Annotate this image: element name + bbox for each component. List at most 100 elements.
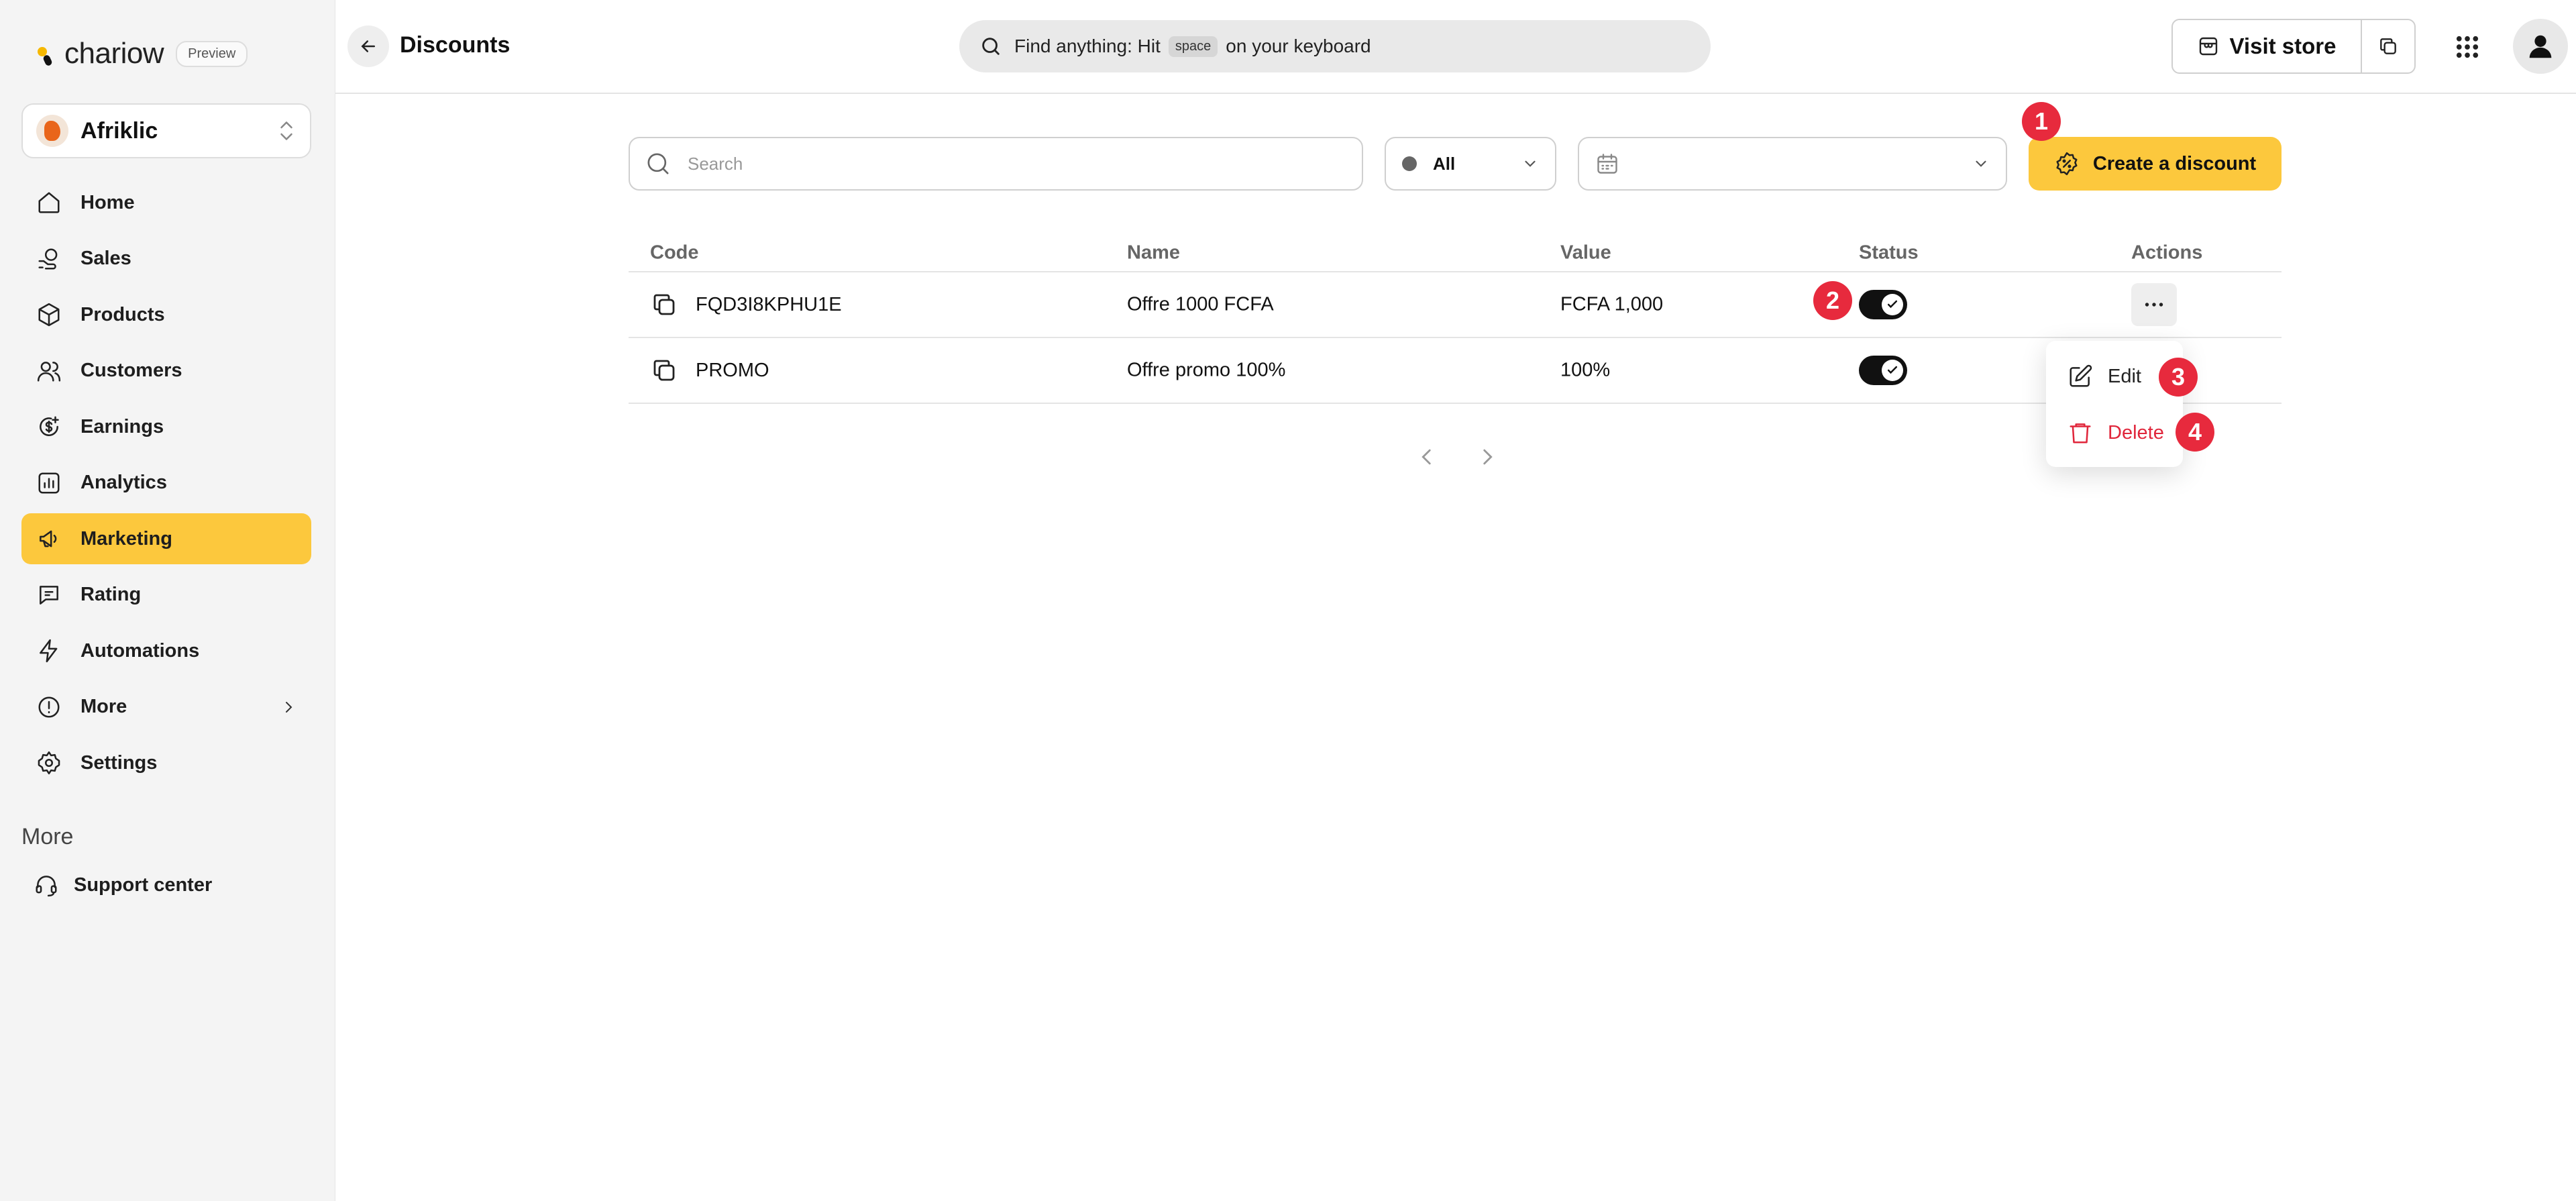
top-header: Discounts Find anything: Hit space on yo… <box>335 0 2576 94</box>
brand-name: chariow <box>64 37 164 70</box>
support-center-link[interactable]: Support center <box>34 872 212 898</box>
row-more-button[interactable] <box>2131 283 2177 326</box>
home-icon <box>38 192 60 213</box>
date-range-picker[interactable] <box>1578 137 2007 191</box>
menu-item-label: Edit <box>2108 365 2141 387</box>
status-filter-value: All <box>1433 153 1456 174</box>
toggle-switch[interactable] <box>1859 356 1907 385</box>
status-toggle[interactable] <box>1859 356 1907 385</box>
coin-icon <box>40 416 59 436</box>
chevron-right-icon <box>286 701 292 713</box>
sidebar-item-rating[interactable]: Rating <box>21 570 311 621</box>
copy-icon[interactable] <box>650 291 678 319</box>
apps-grid-button[interactable] <box>2447 27 2487 67</box>
support-center-label: Support center <box>74 874 213 896</box>
page-title: Discounts <box>400 32 511 58</box>
toggle-switch[interactable] <box>1859 290 1907 319</box>
step-badge-3: 3 <box>2159 358 2198 397</box>
global-search[interactable]: Find anything: Hit space on your keyboar… <box>959 20 1711 72</box>
discount-name: Offre promo 100% <box>1127 359 1286 381</box>
chariow-logo-icon <box>34 40 60 67</box>
info-icon <box>38 696 60 718</box>
search-icon <box>647 153 669 174</box>
sidebar-item-label: Settings <box>80 751 158 774</box>
discount-search-input[interactable]: Search <box>629 137 1363 191</box>
discount-name: Offre 1000 FCFA <box>1127 293 1274 315</box>
grid-icon <box>2456 36 2479 58</box>
sidebar-item-label: Sales <box>80 248 131 269</box>
store-name: Afriklic <box>80 117 158 144</box>
user-avatar-button[interactable] <box>2513 19 2568 74</box>
row-actions-menu: Edit Delete <box>2046 341 2183 467</box>
column-header-name[interactable]: Name <box>1127 242 1180 264</box>
pagination <box>1415 446 1499 468</box>
discounts-table: Code Name Value Status Actions FQD3I8KPH… <box>629 235 2282 404</box>
sidebar-item-label: Rating <box>80 584 142 605</box>
bolt-icon <box>40 639 58 663</box>
column-header-value[interactable]: Value <box>1560 242 1611 264</box>
table-row[interactable]: PROMO Offre promo 100% 100% <box>629 338 2282 404</box>
sidebar-item-sales[interactable]: Sales <box>21 233 311 284</box>
check-icon <box>1887 300 1898 309</box>
preview-badge: Preview <box>176 40 248 67</box>
gear-icon <box>38 751 60 775</box>
status-filter-select[interactable]: All <box>1385 137 1556 191</box>
sidebar-item-automations[interactable]: Automations <box>21 625 311 676</box>
megaphone-icon <box>40 530 57 547</box>
create-discount-button[interactable]: Create a discount <box>2029 137 2282 191</box>
chart-icon <box>38 472 60 494</box>
sidebar-item-home[interactable]: Home <box>21 177 311 228</box>
sidebar-item-label: Products <box>80 303 165 325</box>
sales-icon <box>38 248 58 270</box>
chevron-right-icon[interactable] <box>1476 446 1499 468</box>
copy-store-link-button[interactable] <box>2362 20 2414 72</box>
sidebar-item-label: Home <box>80 191 135 213</box>
brand-logo[interactable]: chariow Preview <box>34 34 248 74</box>
more-section-heading: More <box>21 824 74 849</box>
menu-item-delete[interactable]: Delete <box>2068 420 2164 446</box>
sidebar-item-label: Customers <box>80 360 182 381</box>
sidebar-item-earnings[interactable]: Earnings <box>21 401 311 452</box>
sidebar-item-label: Automations <box>80 639 200 662</box>
table-row[interactable]: FQD3I8KPHU1E Offre 1000 FCFA FCFA 1,000 <box>629 272 2282 338</box>
chevron-updown-icon <box>280 121 292 140</box>
check-icon <box>1887 366 1898 374</box>
discount-badge-icon <box>2056 152 2078 176</box>
search-placeholder: Search <box>688 153 743 174</box>
discount-value: FCFA 1,000 <box>1560 293 1664 315</box>
chevron-left-icon[interactable] <box>1415 446 1438 468</box>
step-badge-1: 1 <box>2022 102 2061 141</box>
sidebar-item-label: Marketing <box>80 527 172 550</box>
sidebar-item-settings[interactable]: Settings <box>21 737 311 788</box>
sidebar-item-more[interactable]: More <box>21 682 311 733</box>
column-header-actions: Actions <box>2131 242 2203 264</box>
box-icon <box>38 303 60 327</box>
menu-item-edit[interactable]: Edit <box>2068 364 2141 389</box>
sidebar: chariow Preview Afriklic Home Sales Prod… <box>0 0 335 1201</box>
visit-store-button[interactable]: Visit store <box>2173 20 2362 72</box>
sidebar-item-analytics[interactable]: Analytics <box>21 458 311 509</box>
sidebar-item-label: More <box>80 696 127 717</box>
arrow-left-icon <box>361 40 375 52</box>
trash-icon <box>2070 423 2091 443</box>
store-selector[interactable]: Afriklic <box>21 103 311 158</box>
store-avatar <box>36 115 68 147</box>
column-header-status[interactable]: Status <box>1859 242 1919 264</box>
back-button[interactable] <box>347 25 389 67</box>
sidebar-item-marketing[interactable]: Marketing <box>21 513 311 564</box>
chevron-down-icon <box>1976 160 1986 167</box>
sidebar-item-label: Analytics <box>80 472 167 493</box>
column-header-code[interactable]: Code <box>650 242 699 264</box>
user-icon <box>2529 35 2552 58</box>
sidebar-item-products[interactable]: Products <box>21 289 311 340</box>
search-icon <box>982 38 1000 55</box>
headset-icon <box>36 876 57 897</box>
row-actions <box>2131 283 2177 326</box>
code-cell: PROMO <box>650 356 769 384</box>
copy-icon[interactable] <box>650 356 678 384</box>
status-toggle[interactable] <box>1859 290 1907 319</box>
menu-item-label: Delete <box>2108 421 2164 443</box>
sidebar-item-customers[interactable]: Customers <box>21 346 311 397</box>
step-badge-4: 4 <box>2176 413 2214 452</box>
global-search-prefix: Find anything: Hit <box>1014 36 1161 56</box>
